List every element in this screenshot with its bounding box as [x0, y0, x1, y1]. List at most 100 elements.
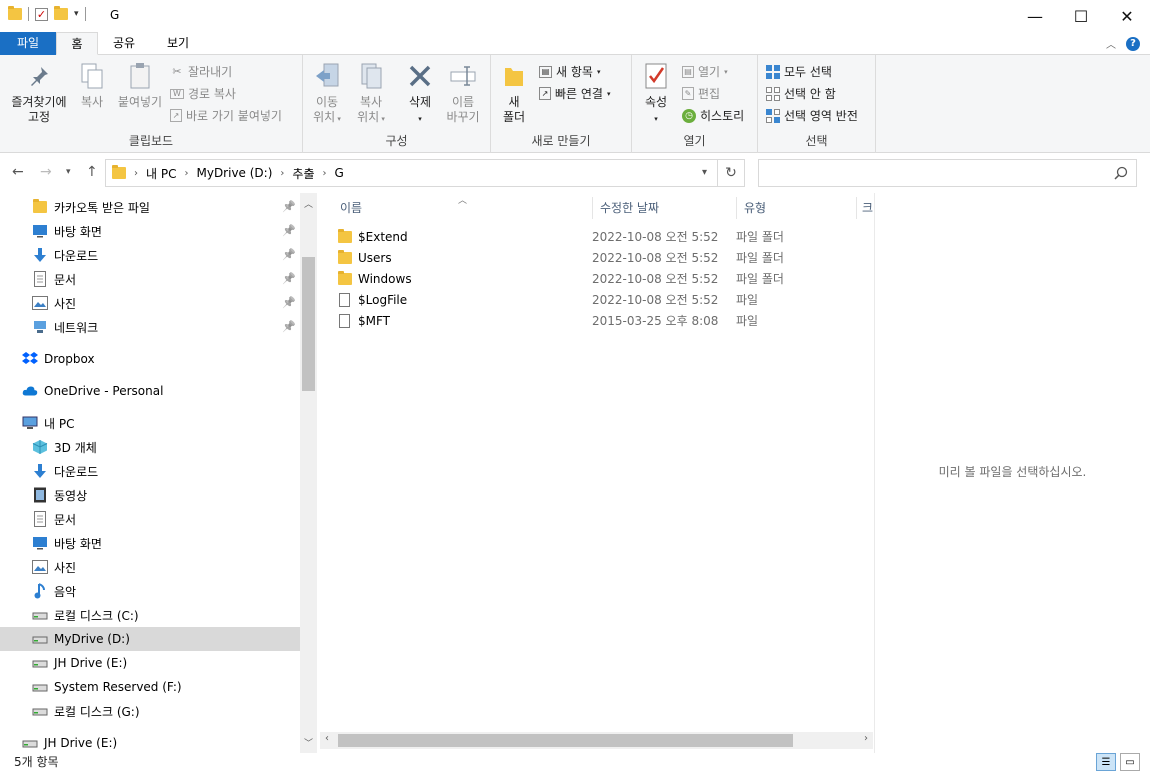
column-header-type[interactable]: 유형 [736, 197, 856, 219]
tab-file[interactable]: 파일 [0, 32, 56, 55]
maximize-button[interactable]: ☐ [1058, 0, 1104, 32]
nav-scrollbar[interactable]: ︿ ﹀ [300, 193, 317, 753]
desktop-icon [32, 535, 48, 551]
open-button[interactable]: ▤ 열기 ▾ [682, 63, 728, 80]
sidebar-item[interactable]: JH Drive (E:) [0, 651, 300, 675]
paste-shortcut-button[interactable]: ↗ 바로 가기 붙여넣기 [170, 107, 282, 124]
breadcrumb-g[interactable]: G [335, 166, 344, 180]
column-header-size[interactable]: 크 [856, 197, 873, 219]
copy-to-icon [356, 61, 386, 91]
chevron-right-icon[interactable]: › [323, 168, 327, 179]
sidebar-item[interactable]: OneDrive - Personal [0, 379, 300, 403]
tab-home[interactable]: 홈 [56, 32, 98, 55]
scroll-up-icon[interactable]: ︿ [300, 197, 317, 210]
recent-chevron-icon[interactable]: ▾ [66, 167, 71, 177]
properties-icon[interactable]: ✓ [35, 7, 48, 21]
sidebar-item[interactable]: 로컬 디스크 (C:) [0, 603, 300, 627]
file-list-horizontal-scrollbar[interactable]: ‹ › [320, 732, 873, 749]
delete-button[interactable]: 삭제 ▾ [403, 61, 437, 127]
history-icon: ◷ [682, 108, 696, 123]
scrollbar-thumb[interactable] [302, 257, 315, 391]
breadcrumb-extract[interactable]: 추출 [292, 165, 314, 182]
picture-icon [32, 295, 48, 311]
paste-button[interactable]: 붙여넣기 [114, 61, 166, 110]
copy-path-button[interactable]: W 경로 복사 [170, 85, 236, 102]
sidebar-item[interactable]: 사진 📌 [0, 291, 300, 315]
sidebar-item[interactable]: 문서 [0, 507, 300, 531]
copy-button[interactable]: 복사 [76, 61, 108, 110]
details-view-icon[interactable]: ☰ [1096, 753, 1116, 771]
breadcrumb-mydrive[interactable]: MyDrive (D:) [196, 166, 272, 180]
scrollbar-thumb[interactable] [338, 734, 793, 747]
drive-icon [32, 679, 48, 695]
sidebar-item[interactable]: 다운로드 [0, 459, 300, 483]
scroll-right-icon[interactable]: › [864, 733, 868, 744]
select-all-button[interactable]: 모두 선택 [766, 63, 832, 80]
rename-button[interactable]: 이름 바꾸기 [443, 61, 483, 125]
up-arrow-icon[interactable]: ↑ [86, 164, 98, 180]
sidebar-item[interactable]: 사진 [0, 555, 300, 579]
column-header-name[interactable]: 이름 [332, 197, 592, 219]
help-icon[interactable]: ? [1126, 36, 1140, 51]
table-row[interactable]: Users 2022-10-08 오전 5:52 파일 폴더 [332, 247, 852, 268]
invert-selection-icon [766, 108, 780, 123]
tab-view[interactable]: 보기 [160, 32, 196, 55]
new-folder-button[interactable]: 새 폴더 [499, 61, 529, 125]
sidebar-item[interactable]: 다운로드 📌 [0, 243, 300, 267]
sidebar-item[interactable]: System Reserved (F:) [0, 675, 300, 699]
close-button[interactable]: ✕ [1104, 0, 1150, 32]
sidebar-item[interactable]: 내 PC [0, 411, 300, 435]
copy-to-button[interactable]: 복사 위치 ▾ [351, 61, 391, 127]
scroll-left-icon[interactable]: ‹ [325, 733, 329, 744]
ribbon: 즐겨찾기에 고정 복사 붙여넣기 ✂ 잘라내기 W 경로 복사 ↗ 바로 가기 … [0, 55, 1150, 153]
forward-arrow-icon[interactable]: → [40, 164, 52, 180]
back-arrow-icon[interactable]: ← [12, 164, 24, 180]
table-row[interactable]: $LogFile 2022-10-08 오전 5:52 파일 [332, 289, 852, 310]
chevron-right-icon[interactable]: › [134, 168, 138, 179]
customize-toolbar-icon[interactable]: ▾ [74, 9, 79, 19]
cut-button[interactable]: ✂ 잘라내기 [170, 63, 232, 80]
drive-icon [32, 631, 48, 647]
sidebar-item[interactable]: 로컬 디스크 (G:) [0, 699, 300, 723]
column-header-modified[interactable]: 수정한 날짜 [592, 197, 736, 219]
sidebar-item-label: 문서 [54, 272, 77, 287]
sidebar-item[interactable]: 3D 개체 [0, 435, 300, 459]
invert-selection-button[interactable]: 선택 영역 반전 [766, 107, 858, 124]
sidebar-item[interactable]: 동영상 [0, 483, 300, 507]
new-item-button[interactable]: ▤ 새 항목 ▾ [539, 63, 600, 80]
properties-button[interactable]: 속성 ▾ [640, 61, 672, 127]
table-row[interactable]: Windows 2022-10-08 오전 5:52 파일 폴더 [332, 268, 852, 289]
move-to-button[interactable]: 이동 위치 ▾ [309, 61, 345, 127]
search-input[interactable] [758, 159, 1137, 187]
sidebar-item[interactable]: 바탕 화면 📌 [0, 219, 300, 243]
address-dropdown-icon[interactable]: ▾ [692, 160, 718, 186]
sidebar-item[interactable]: 카카오톡 받은 파일 📌 [0, 195, 300, 219]
large-icons-view-icon[interactable]: ▭ [1120, 753, 1140, 771]
sidebar-item[interactable]: 바탕 화면 [0, 531, 300, 555]
sidebar-item[interactable]: 네트워크 📌 [0, 315, 300, 339]
collapse-ribbon-icon[interactable]: ︿ [1106, 36, 1116, 51]
chevron-right-icon[interactable]: › [280, 168, 284, 179]
sidebar-item-label: 사진 [54, 296, 77, 311]
sidebar-item[interactable]: JH Drive (E:) [0, 731, 300, 753]
address-bar[interactable]: › 내 PC › MyDrive (D:) › 추출 › G ▾ ↻ [105, 159, 745, 187]
sidebar-item[interactable]: Dropbox [0, 347, 300, 371]
refresh-icon[interactable]: ↻ [718, 165, 744, 181]
table-row[interactable]: $MFT 2015-03-25 오후 8:08 파일 [332, 310, 852, 331]
scroll-down-icon[interactable]: ﹀ [300, 736, 317, 749]
breadcrumb-pc[interactable]: 내 PC [146, 165, 176, 182]
chevron-right-icon[interactable]: › [184, 168, 188, 179]
edit-button[interactable]: ✎ 편집 [682, 85, 720, 102]
table-row[interactable]: $Extend 2022-10-08 오전 5:52 파일 폴더 [332, 226, 852, 247]
new-folder-icon[interactable] [54, 6, 68, 20]
sidebar-item[interactable]: 음악 [0, 579, 300, 603]
minimize-button[interactable]: — [1012, 0, 1058, 32]
sidebar-item[interactable]: 문서 📌 [0, 267, 300, 291]
history-button[interactable]: ◷ 히스토리 [682, 107, 744, 124]
select-none-button[interactable]: 선택 안 함 [766, 85, 836, 102]
easy-access-button[interactable]: ↗ 빠른 연결 ▾ [539, 85, 611, 102]
sidebar-item[interactable]: MyDrive (D:) [0, 627, 300, 651]
tab-share[interactable]: 공유 [106, 32, 142, 55]
file-name: $LogFile [358, 292, 408, 307]
pin-button[interactable]: 즐겨찾기에 고정 [6, 61, 72, 125]
